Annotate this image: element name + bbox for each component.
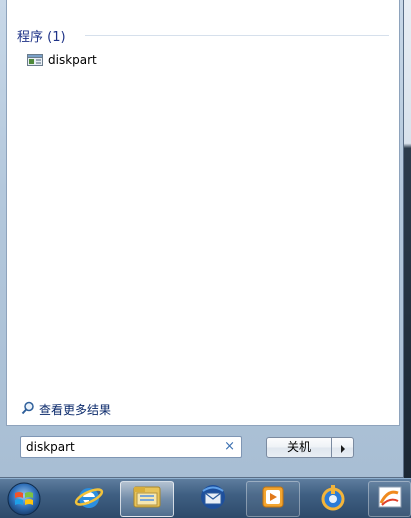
taskbar-media-player[interactable] (246, 481, 300, 517)
taskbar-internet-explorer[interactable] (62, 481, 116, 517)
taskbar-file-explorer[interactable] (120, 481, 174, 517)
taskbar-media-center[interactable] (306, 481, 360, 517)
see-more-results-link[interactable]: 查看更多结果 (21, 400, 111, 419)
shutdown-control: 关机 (266, 437, 356, 458)
shutdown-button[interactable]: 关机 (266, 437, 332, 458)
group-divider (85, 35, 389, 36)
results-group-header[interactable]: 程序 (1) (17, 26, 66, 45)
start-button[interactable] (4, 481, 44, 517)
media-center-icon (318, 482, 348, 516)
taskbar (0, 478, 411, 518)
search-input[interactable] (26, 438, 216, 456)
taskbar-thunderbird[interactable] (186, 481, 240, 517)
search-results-pane: 程序 (1) diskpart 查看更多结果 (6, 0, 400, 426)
result-item-diskpart[interactable]: diskpart (27, 51, 97, 69)
program-icon (27, 52, 43, 68)
thunderbird-icon (198, 482, 228, 516)
result-item-label: diskpart (48, 53, 97, 67)
internet-explorer-icon (74, 482, 104, 516)
file-explorer-icon (131, 483, 163, 515)
paint-icon (376, 483, 404, 515)
chevron-right-icon (340, 438, 346, 457)
see-more-results-label: 查看更多结果 (39, 403, 112, 417)
taskbar-paint[interactable] (368, 481, 411, 517)
clear-search-icon[interactable]: × (224, 439, 235, 455)
desktop-background (404, 0, 411, 478)
media-player-icon (260, 484, 286, 514)
search-box[interactable]: × (20, 436, 242, 458)
windows-start-orb-icon (4, 482, 44, 518)
shutdown-options-button[interactable] (332, 437, 354, 458)
search-icon (21, 400, 35, 419)
